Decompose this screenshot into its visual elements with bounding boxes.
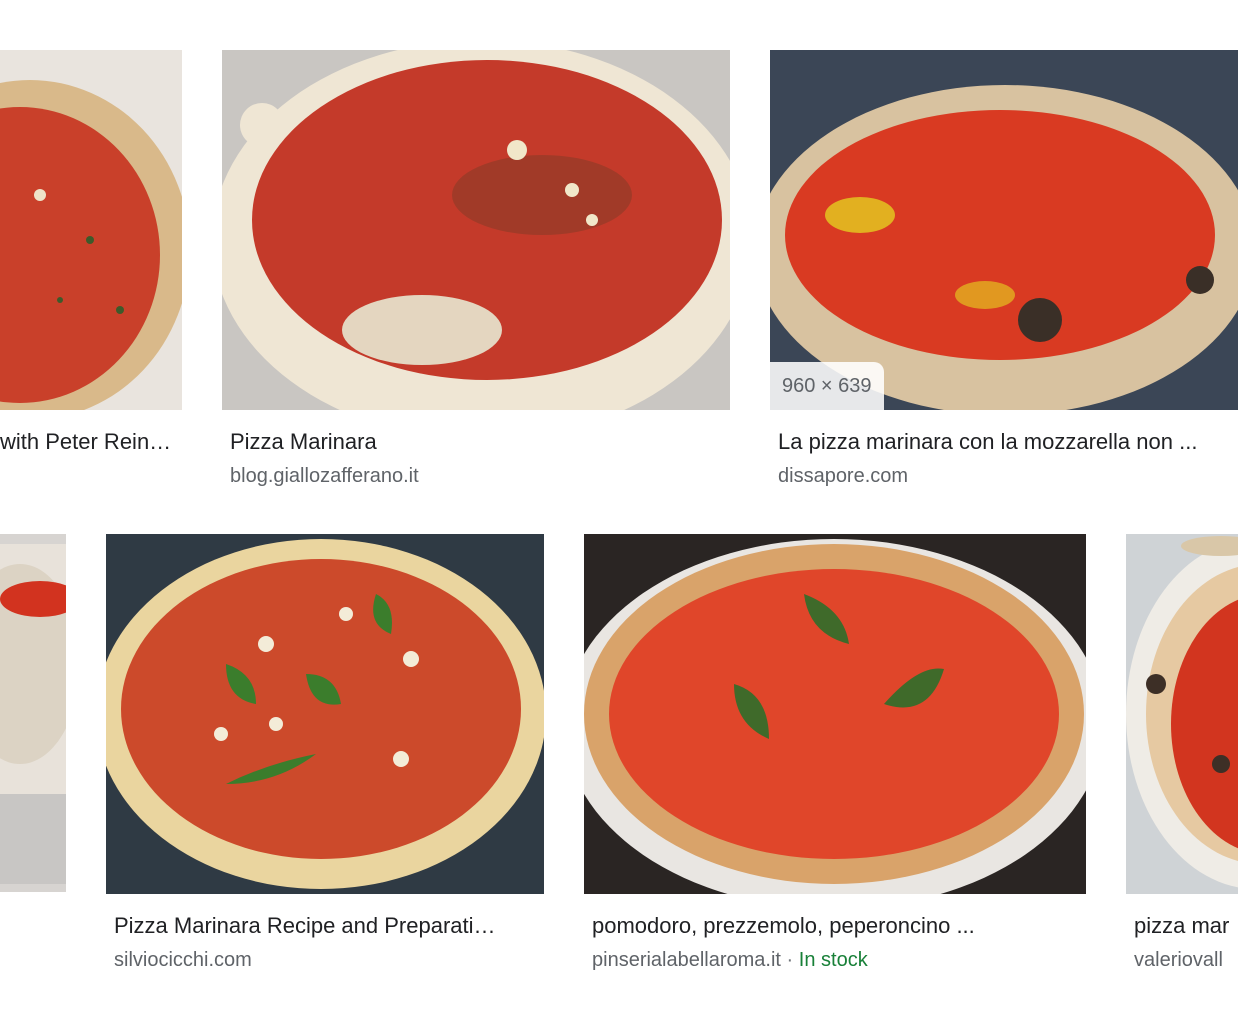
pizza-thumbnail-3[interactable]: 960 × 639 [770,50,1238,410]
result-title[interactable]: with Peter Rein… [0,428,178,456]
separator-dot: · [786,949,794,971]
pizza-thumbnail-4[interactable] [0,534,66,892]
result-title[interactable]: pizza mar [1134,912,1238,940]
pizza-thumbnail-7[interactable] [1126,534,1238,894]
result-source[interactable]: dissapore.com [778,463,1238,489]
pizza-thumbnail-1[interactable] [0,50,182,410]
result-title[interactable]: La pizza marinara con la mozzarella non … [778,428,1238,456]
image-results-grid: with Peter Rein… Pizza Marinara blog.gia… [0,0,1238,1010]
result-title[interactable]: Pizza Marinara Recipe and Preparati… [114,912,534,940]
result-source[interactable]: pinserialabellaroma.it · In stock [592,947,1082,973]
result-title[interactable]: Pizza Marinara [230,428,720,456]
image-size-badge: 960 × 639 [770,362,884,410]
result-source-domain[interactable]: pinserialabellaroma.it [592,949,781,971]
pizza-thumbnail-5[interactable] [106,534,544,894]
result-source[interactable]: blog.giallozafferano.it [230,463,720,489]
result-source[interactable]: silviocicchi.com [114,947,534,973]
result-source[interactable]: valeriovall [1134,947,1238,973]
pizza-thumbnail-6[interactable] [584,534,1086,894]
result-title[interactable]: pomodoro, prezzemolo, peperoncino ... [592,912,1082,940]
pizza-thumbnail-2[interactable] [222,50,730,410]
in-stock-label: In stock [798,949,868,971]
